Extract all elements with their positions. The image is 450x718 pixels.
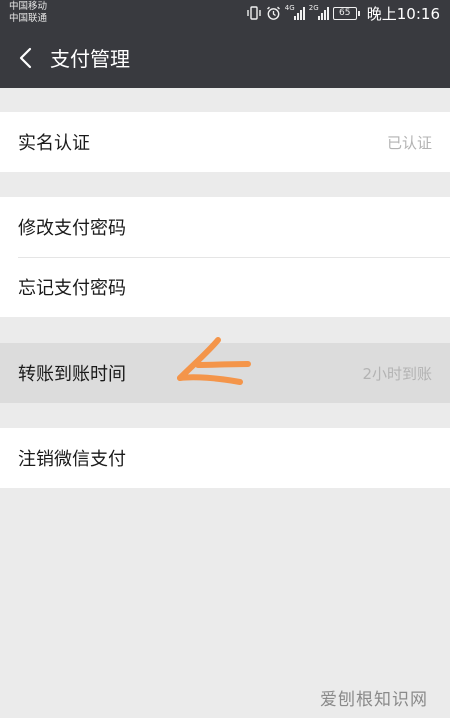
screen: 中国移动 中国联通 4G 2G 65 晚上10:16 支付管理 实名认证 已认证… bbox=[0, 0, 450, 718]
list-item-forgot-password[interactable]: 忘记支付密码 bbox=[0, 257, 450, 317]
list-item-label: 注销微信支付 bbox=[18, 449, 126, 470]
status-value: 已认证 bbox=[386, 133, 432, 152]
signal-4g-icon: 4G bbox=[285, 4, 305, 21]
vibrate-icon bbox=[246, 6, 262, 20]
battery-icon: 65 bbox=[332, 6, 360, 20]
group-verification: 实名认证 已认证 bbox=[0, 112, 450, 172]
back-button[interactable] bbox=[0, 27, 50, 88]
watermark: 爱刨根知识网 bbox=[320, 690, 428, 710]
status-value: 2小时到账 bbox=[362, 364, 432, 383]
page-title: 支付管理 bbox=[50, 47, 130, 71]
list-item-label: 转账到账时间 bbox=[18, 364, 126, 385]
group-transfer: 转账到账时间 2小时到账 bbox=[0, 343, 450, 403]
list-item-cancel-wechat-pay[interactable]: 注销微信支付 bbox=[0, 428, 450, 488]
alarm-icon bbox=[266, 6, 281, 21]
list-item-label: 实名认证 bbox=[18, 133, 90, 154]
group-cancel: 注销微信支付 bbox=[0, 428, 450, 488]
status-bar: 中国移动 中国联通 4G 2G 65 晚上10:16 bbox=[0, 0, 450, 27]
carrier-1: 中国移动 bbox=[9, 1, 48, 12]
group-password: 修改支付密码 忘记支付密码 bbox=[0, 197, 450, 317]
carrier-labels: 中国移动 中国联通 bbox=[9, 1, 47, 25]
list-item-change-password[interactable]: 修改支付密码 bbox=[0, 197, 450, 257]
signal-2g-icon: 2G bbox=[309, 4, 329, 21]
carrier-2: 中国联通 bbox=[9, 13, 48, 24]
clock: 晚上10:16 bbox=[366, 4, 440, 23]
status-icons: 4G 2G 65 晚上10:16 bbox=[246, 3, 440, 23]
list-item-transfer-time[interactable]: 转账到账时间 2小时到账 bbox=[0, 343, 450, 403]
list-item-real-name[interactable]: 实名认证 已认证 bbox=[0, 112, 450, 172]
list-item-label: 修改支付密码 bbox=[18, 218, 126, 239]
chevron-left-icon bbox=[19, 47, 32, 68]
title-bar: 支付管理 bbox=[0, 27, 450, 88]
list-item-label: 忘记支付密码 bbox=[18, 278, 126, 299]
